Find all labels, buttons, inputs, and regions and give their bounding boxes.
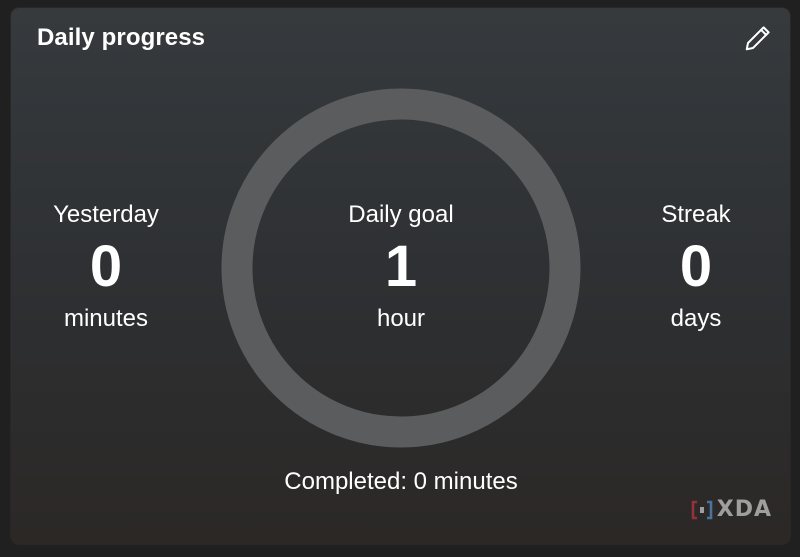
daily-goal-value: 1: [384, 234, 418, 299]
watermark-text: XDA: [716, 497, 772, 522]
daily-goal-unit: hour: [376, 305, 426, 332]
completed-text: Completed: 0 minutes: [284, 468, 518, 495]
pencil-icon: [745, 26, 770, 51]
yesterday-value: 0: [89, 234, 123, 299]
xda-watermark: XDA: [691, 497, 772, 522]
widget-title: Daily progress: [37, 24, 206, 51]
streak-unit: days: [670, 305, 722, 332]
yesterday-stat: Yesterday 0 minutes: [6, 198, 206, 336]
xda-logo-icon: [691, 500, 713, 519]
daily-goal-stat: Daily goal 1 hour: [301, 198, 501, 336]
streak-label: Streak: [661, 201, 731, 228]
yesterday-label: Yesterday: [53, 201, 159, 228]
daily-goal-label: Daily goal: [348, 201, 454, 228]
yesterday-unit: minutes: [63, 305, 149, 332]
streak-value: 0: [679, 234, 713, 299]
daily-progress-widget: Daily progress Yesterday 0 minutes Daily…: [11, 8, 790, 544]
edit-button[interactable]: [740, 20, 776, 56]
streak-stat: Streak 0 days: [596, 198, 796, 336]
